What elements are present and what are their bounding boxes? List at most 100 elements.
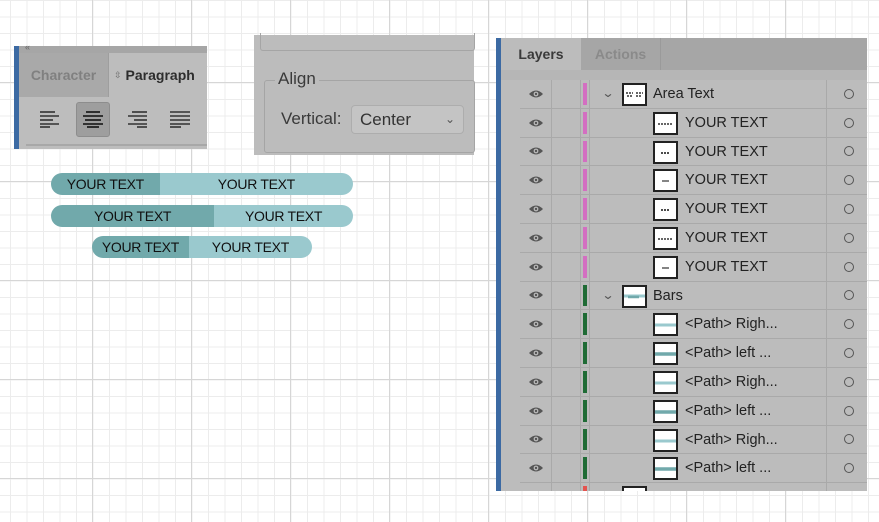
lock-toggle[interactable] [552, 367, 581, 396]
lock-toggle[interactable] [552, 252, 581, 281]
lock-toggle[interactable] [552, 310, 581, 339]
collapse-icon[interactable]: « [25, 42, 30, 52]
sublayer-row[interactable]: YOUR TEXT [520, 223, 867, 253]
layer-row[interactable]: ⌄ Bars [520, 281, 867, 311]
tab-character[interactable]: Character [19, 53, 109, 97]
visibility-toggle[interactable] [520, 367, 552, 396]
visibility-toggle[interactable] [520, 166, 552, 195]
lock-toggle[interactable] [552, 483, 581, 491]
target-button[interactable] [827, 80, 867, 108]
vertical-label: Vertical: [281, 109, 342, 128]
lock-toggle[interactable] [552, 281, 581, 310]
layer-name-cell[interactable]: <Path> left ... [589, 396, 827, 425]
lock-toggle[interactable] [552, 425, 581, 454]
chevron-down-icon[interactable]: ⌄ [601, 288, 614, 302]
target-button[interactable] [827, 310, 867, 338]
sublayer-row[interactable]: <Path> Righ... [520, 425, 867, 455]
text-bar[interactable]: YOUR TEXT YOUR TEXT [51, 205, 353, 227]
sublayer-row[interactable]: <Path> left ... [520, 396, 867, 426]
align-right-button[interactable] [120, 102, 153, 137]
layer-name: YOUR TEXT [685, 172, 768, 189]
eye-icon [528, 233, 544, 243]
target-button[interactable] [827, 339, 867, 367]
sublayer-row[interactable]: YOUR TEXT [520, 166, 867, 196]
visibility-toggle[interactable] [520, 483, 552, 491]
tab-actions[interactable]: Actions [581, 38, 661, 70]
lock-toggle[interactable] [552, 80, 581, 108]
visibility-toggle[interactable] [520, 195, 552, 223]
sublayer-row[interactable]: <Path> Righ... [520, 367, 867, 397]
lock-toggle[interactable] [552, 454, 581, 483]
layer-name-cell[interactable]: <Path> Righ... [589, 310, 827, 339]
layer-name: YOUR TEXT [685, 229, 768, 246]
target-button[interactable] [827, 426, 867, 454]
sublayer-row[interactable]: YOUR TEXT [520, 195, 867, 224]
target-button[interactable] [827, 166, 867, 194]
visibility-toggle[interactable] [520, 281, 552, 310]
layer-row[interactable] [520, 483, 867, 491]
justify-button[interactable] [164, 102, 197, 137]
target-button[interactable] [827, 195, 867, 223]
bar-left-segment: YOUR TEXT [51, 173, 160, 195]
layer-name-cell[interactable]: <Path> left ... [589, 339, 827, 367]
layer-name-cell[interactable]: <Path> left ... [589, 454, 827, 483]
layer-name-cell[interactable]: YOUR TEXT [589, 166, 827, 195]
visibility-toggle[interactable] [520, 454, 552, 483]
sublayer-row[interactable]: <Path> left ... [520, 339, 867, 368]
tab-layers[interactable]: Layers [501, 38, 581, 70]
lock-toggle[interactable] [552, 166, 581, 195]
lock-toggle[interactable] [552, 137, 581, 166]
bar-right-segment: YOUR TEXT [159, 173, 353, 195]
text-bar[interactable]: YOUR TEXT YOUR TEXT [92, 236, 312, 258]
target-button[interactable] [827, 253, 867, 281]
visibility-toggle[interactable] [520, 108, 552, 137]
sublayer-row[interactable]: YOUR TEXT [520, 137, 867, 167]
layer-name: <Path> Righ... [685, 316, 778, 333]
visibility-toggle[interactable] [520, 310, 552, 339]
visibility-toggle[interactable] [520, 339, 552, 367]
target-button[interactable] [827, 397, 867, 425]
visibility-toggle[interactable] [520, 252, 552, 281]
sublayer-row[interactable]: <Path> left ... [520, 454, 867, 484]
target-button[interactable] [827, 282, 867, 310]
layer-name-cell[interactable]: YOUR TEXT [589, 137, 827, 166]
layer-name-cell[interactable]: YOUR TEXT [589, 223, 827, 252]
lock-toggle[interactable] [552, 108, 581, 137]
tab-paragraph[interactable]: ⇳ Paragraph [109, 53, 207, 97]
sublayer-row[interactable]: YOUR TEXT [520, 252, 867, 282]
sublayer-row[interactable]: YOUR TEXT [520, 108, 867, 138]
target-button[interactable] [827, 368, 867, 396]
lock-toggle[interactable] [552, 223, 581, 252]
target-button[interactable] [827, 224, 867, 252]
visibility-toggle[interactable] [520, 425, 552, 454]
target-button[interactable] [827, 109, 867, 137]
visibility-toggle[interactable] [520, 396, 552, 425]
visibility-toggle[interactable] [520, 80, 552, 108]
sublayer-row[interactable]: <Path> Righ... [520, 310, 867, 340]
visibility-toggle[interactable] [520, 137, 552, 166]
lock-toggle[interactable] [552, 396, 581, 425]
align-center-button[interactable] [76, 101, 111, 137]
target-button[interactable] [827, 454, 867, 482]
text-bar[interactable]: YOUR TEXT YOUR TEXT [51, 173, 353, 195]
layer-name: YOUR TEXT [685, 258, 768, 275]
chevron-down-icon[interactable]: ⌄ [601, 86, 614, 100]
visibility-toggle[interactable] [520, 223, 552, 252]
layer-row[interactable]: ⌄ Area Text [520, 80, 867, 109]
layer-name-cell[interactable]: ⌄ Area Text [589, 80, 827, 108]
lock-toggle[interactable] [552, 195, 581, 223]
layer-name-cell[interactable]: YOUR TEXT [589, 195, 827, 223]
layer-name-cell[interactable]: YOUR TEXT [589, 252, 827, 281]
layer-name-cell[interactable]: <Path> Righ... [589, 425, 827, 454]
align-left-button[interactable] [33, 102, 66, 137]
tab-layers-label: Layers [518, 46, 564, 62]
layer-thumbnail [653, 313, 678, 337]
layer-name-cell[interactable] [589, 483, 827, 491]
layer-name-cell[interactable]: <Path> Righ... [589, 367, 827, 396]
layer-name-cell[interactable]: YOUR TEXT [589, 108, 827, 137]
target-button[interactable] [827, 138, 867, 166]
bar-right-segment: YOUR TEXT [188, 236, 312, 258]
layer-name-cell[interactable]: ⌄ Bars [589, 281, 827, 310]
vertical-align-select[interactable]: Center ⌄ [351, 105, 464, 134]
lock-toggle[interactable] [552, 339, 581, 367]
